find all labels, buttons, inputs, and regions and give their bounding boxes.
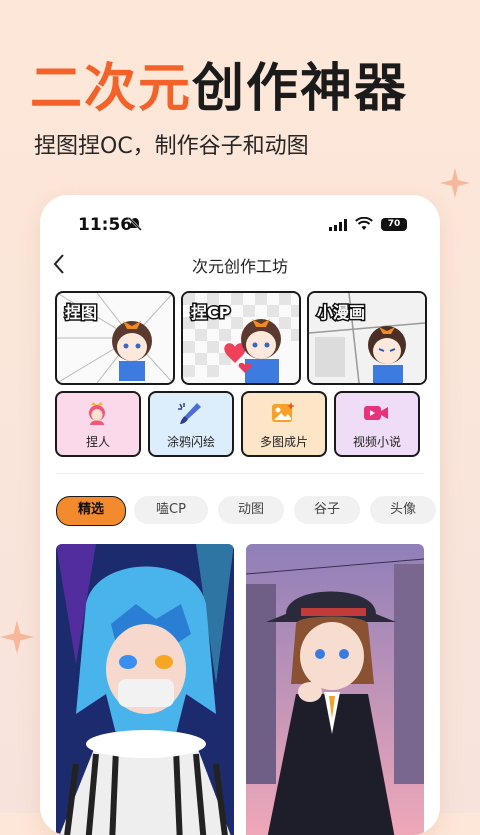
muted-bell-icon [128, 217, 142, 231]
status-time: 11:56 [78, 215, 133, 235]
tool-label: 涂鸦闪绘 [166, 435, 215, 449]
sparkle-icon [440, 168, 470, 198]
hero-title-accent: 二次元 [30, 59, 193, 119]
tab-cp[interactable]: 嗑CP [134, 496, 208, 524]
tab-gif[interactable]: 动图 [218, 496, 284, 524]
hero-title-main: 创作神器 [192, 59, 409, 119]
photo-collage-icon [272, 402, 295, 422]
anime-artwork-image [56, 544, 234, 835]
video-camera-icon [364, 406, 388, 420]
status-bar: 11:56 70 [40, 195, 440, 253]
card-mini-comic[interactable]: 小漫画 [307, 291, 427, 385]
battery-indicator: 70 [381, 218, 407, 231]
brush-icon [178, 403, 201, 424]
tool-doodle-flash[interactable]: 涂鸦闪绘 [148, 391, 234, 457]
gallery-item[interactable] [56, 544, 234, 835]
tool-label: 多图成片 [259, 435, 308, 449]
card-nie-tu[interactable]: 捏图 [55, 291, 175, 385]
nav-bar: 次元创作工坊 [40, 247, 440, 281]
sparkle-icon [0, 620, 34, 654]
gallery-item[interactable] [246, 544, 424, 835]
hero-subtitle: 捏图捏OC，制作谷子和动图 [34, 134, 309, 159]
card-label: 小漫画 [315, 302, 366, 324]
page-title: 次元创作工坊 [191, 257, 288, 276]
tab-avatar[interactable]: 头像 [370, 496, 436, 524]
tool-label: 捏人 [85, 435, 110, 449]
card-nie-cp[interactable]: 捏CP [181, 291, 301, 385]
card-label: 捏图 [63, 302, 98, 324]
tool-video-novel[interactable]: 视频小说 [334, 391, 420, 457]
divider [56, 473, 424, 474]
hero-title: 二次元创作神器 [30, 46, 408, 121]
tool-nie-ren[interactable]: 捏人 [55, 391, 141, 457]
wifi-icon [355, 217, 373, 230]
tool-multi-image[interactable]: 多图成片 [241, 391, 327, 457]
anime-artwork-image [246, 544, 424, 835]
phone-screen: 11:56 70 次元创作工坊 捏图 捏CP 小漫画 捏人 涂鸦闪绘 多图成片 … [40, 195, 440, 835]
tab-featured[interactable]: 精选 [56, 496, 126, 526]
tab-goods[interactable]: 谷子 [294, 496, 360, 524]
tool-label: 视频小说 [352, 435, 401, 449]
card-label: 捏CP [189, 302, 232, 324]
cellular-signal-icon [329, 219, 347, 231]
princess-icon [89, 402, 105, 425]
